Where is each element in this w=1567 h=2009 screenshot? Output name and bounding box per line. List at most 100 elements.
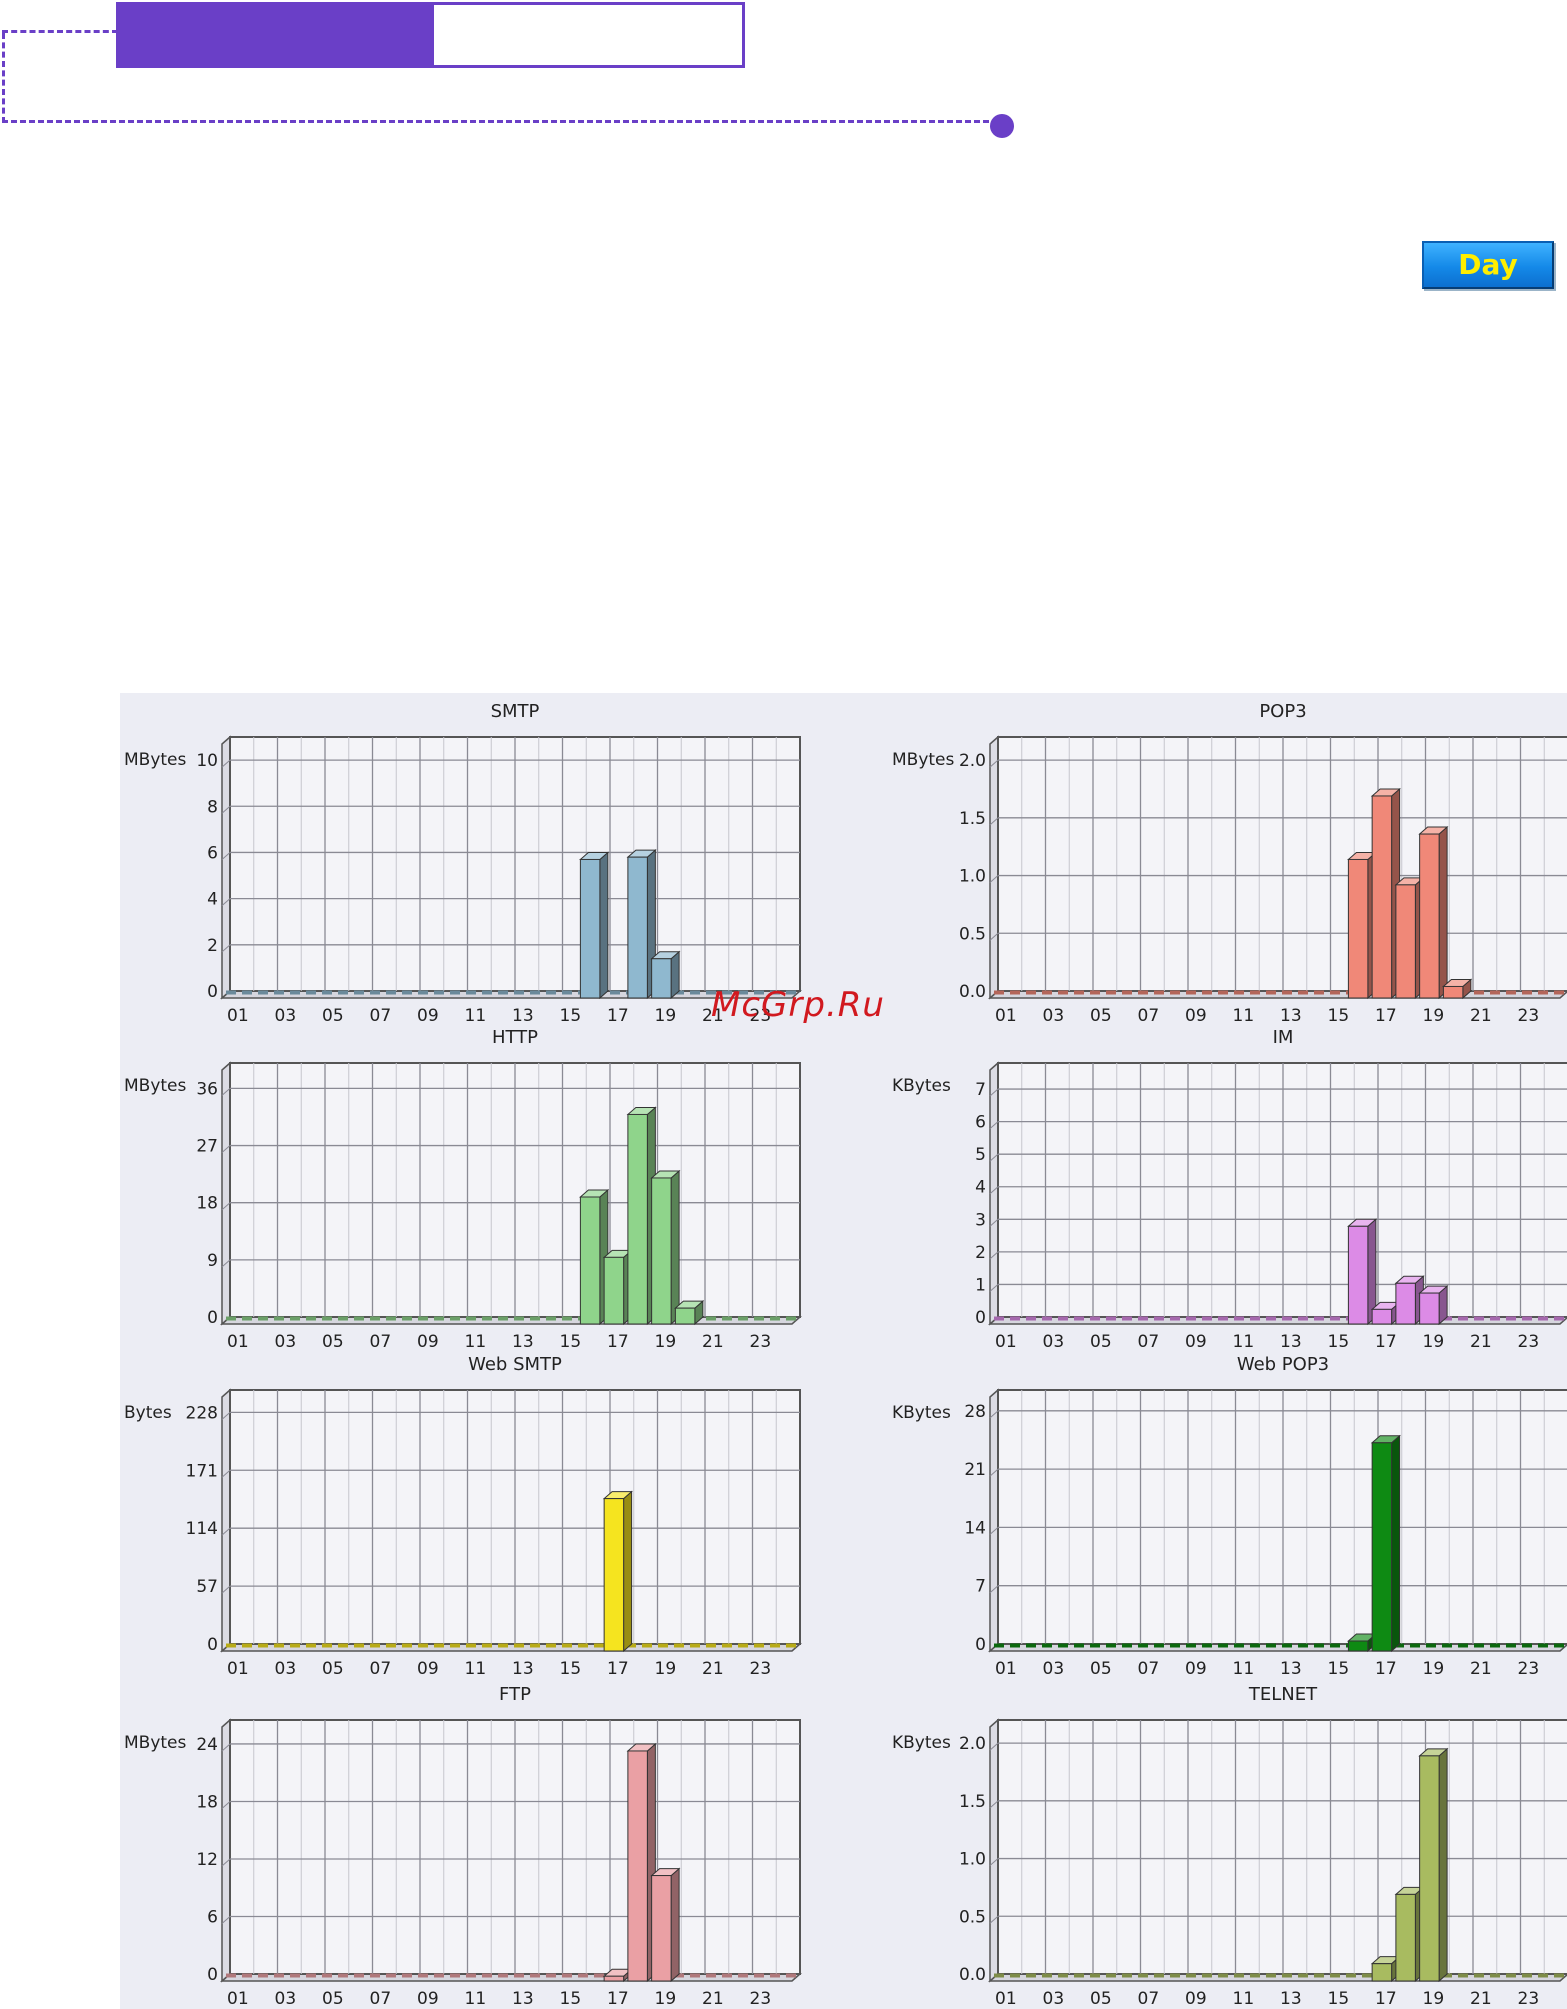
bar-side bbox=[1391, 1434, 1401, 1653]
x-tick-label: 11 bbox=[1233, 1659, 1255, 1679]
chart-title: TELNET bbox=[1248, 1684, 1318, 1705]
x-tick-label: 05 bbox=[1090, 1332, 1112, 1352]
x-tick-label: 17 bbox=[1375, 1006, 1397, 1026]
x-tick-label: 17 bbox=[607, 1006, 629, 1026]
y-tick-label: 0 bbox=[207, 1635, 218, 1655]
chart-ftp: FTP MBytes 0 6 12 18 24 01 03 05 07 09 11 13 15 17 19 21 2… bbox=[124, 1684, 802, 2009]
y-tick-label: 2 bbox=[207, 936, 218, 956]
x-tick-label: 09 bbox=[417, 1659, 439, 1679]
chart-ylabel: KBytes bbox=[892, 1733, 951, 1753]
x-tick-label: 09 bbox=[417, 1332, 439, 1352]
bar-side bbox=[599, 851, 609, 1000]
x-tick-label: 09 bbox=[1185, 1332, 1207, 1352]
y-tick-label: 4 bbox=[207, 890, 218, 910]
x-tick-label: 21 bbox=[1470, 1332, 1492, 1352]
bar-side bbox=[670, 1169, 680, 1326]
chart-telnet: TELNET KBytes 0.0 0.5 1.0 1.5 2.0 01 03 05 07 09 11 1… bbox=[892, 1684, 1567, 2009]
y-tick-label: 8 bbox=[207, 797, 218, 817]
y-tick-label: 18 bbox=[196, 1792, 218, 1812]
x-tick-label: 05 bbox=[322, 1332, 344, 1352]
chart-left-wall bbox=[989, 1388, 999, 1653]
y-tick-label: 27 bbox=[196, 1137, 218, 1157]
x-tick-label: 05 bbox=[322, 1006, 344, 1026]
bar-front bbox=[603, 1256, 625, 1325]
chart-ylabel: MBytes bbox=[124, 1733, 187, 1753]
x-tick-label: 15 bbox=[1328, 1989, 1350, 2009]
y-tick-label: 36 bbox=[196, 1079, 218, 1099]
bar-side bbox=[623, 1490, 633, 1653]
bar-side bbox=[1438, 1747, 1448, 1983]
x-tick-label: 01 bbox=[995, 1989, 1017, 2009]
x-tick-label: 01 bbox=[995, 1006, 1017, 1026]
x-tick-label: 15 bbox=[560, 1006, 582, 1026]
x-tick-label: 13 bbox=[1280, 1659, 1302, 1679]
x-tick-label: 13 bbox=[512, 1989, 534, 2009]
chart-bar bbox=[1418, 1284, 1449, 1326]
bar-front bbox=[603, 1975, 625, 1982]
chart-title: SMTP bbox=[491, 701, 540, 722]
x-tick-label: 15 bbox=[1328, 1332, 1350, 1352]
bar-front bbox=[603, 1498, 625, 1652]
y-tick-label: 9 bbox=[207, 1251, 218, 1271]
x-tick-label: 05 bbox=[1090, 1989, 1112, 2009]
y-tick-label: 0.5 bbox=[959, 1907, 986, 1927]
chart-bar bbox=[650, 950, 681, 1000]
y-tick-label: 0 bbox=[207, 982, 218, 1002]
x-tick-label: 05 bbox=[322, 1659, 344, 1679]
x-tick-label: 21 bbox=[702, 1659, 724, 1679]
bar-front bbox=[1371, 795, 1393, 999]
x-tick-label: 09 bbox=[1185, 1659, 1207, 1679]
chart-title: Web POP3 bbox=[1237, 1354, 1329, 1375]
y-tick-label: 0 bbox=[975, 1635, 986, 1655]
x-tick-label: 17 bbox=[1375, 1659, 1397, 1679]
chart-pop3: POP3 MBytes 0.0 0.5 1.0 1.5 2.0 01 03 05 07 09 11 13 1… bbox=[892, 701, 1567, 1026]
x-tick-label: 23 bbox=[750, 1989, 772, 2009]
bar-front bbox=[627, 856, 648, 999]
y-tick-label: 24 bbox=[196, 1735, 218, 1755]
x-tick-label: 03 bbox=[275, 1332, 297, 1352]
bar-front bbox=[1371, 1442, 1393, 1652]
chart-left-wall bbox=[221, 1061, 231, 1326]
x-tick-label: 23 bbox=[750, 1659, 772, 1679]
x-tick-label: 03 bbox=[1043, 1006, 1065, 1026]
bar-front bbox=[1347, 1640, 1369, 1652]
y-tick-label: 7 bbox=[975, 1577, 986, 1597]
chart-bar bbox=[602, 1490, 633, 1653]
x-tick-label: 11 bbox=[465, 1659, 487, 1679]
bar-front bbox=[1442, 985, 1464, 999]
x-tick-label: 23 bbox=[750, 1332, 772, 1352]
chart-ylabel: KBytes bbox=[892, 1403, 951, 1423]
x-tick-label: 19 bbox=[1423, 1006, 1445, 1026]
chart-left-wall bbox=[989, 735, 999, 1000]
x-tick-label: 17 bbox=[1375, 1332, 1397, 1352]
x-tick-label: 01 bbox=[227, 1659, 249, 1679]
y-tick-label: 2.0 bbox=[959, 1734, 986, 1754]
x-tick-label: 11 bbox=[465, 1332, 487, 1352]
bar-front bbox=[1419, 833, 1440, 999]
bar-front bbox=[651, 958, 672, 999]
x-tick-label: 15 bbox=[560, 1332, 582, 1352]
chart-web-smtp: Web SMTP Bytes 0 57 114 171 228 01 03 05 07 09 11 13 1… bbox=[124, 1354, 802, 1679]
y-tick-label: 12 bbox=[196, 1850, 218, 1870]
bar-front bbox=[651, 1875, 672, 1982]
x-tick-label: 15 bbox=[1328, 1659, 1350, 1679]
chart-ylabel: MBytes bbox=[124, 750, 187, 770]
y-tick-label: 1.0 bbox=[959, 867, 986, 887]
x-tick-label: 21 bbox=[702, 1332, 724, 1352]
x-tick-label: 13 bbox=[1280, 1006, 1302, 1026]
x-tick-label: 09 bbox=[417, 1989, 439, 2009]
x-tick-label: 19 bbox=[655, 1006, 677, 1026]
bar-front bbox=[1347, 858, 1369, 999]
chart-left-wall bbox=[221, 1718, 231, 1983]
x-tick-label: 23 bbox=[1518, 1989, 1540, 2009]
y-tick-label: 1.0 bbox=[959, 1850, 986, 1870]
x-tick-label: 23 bbox=[1518, 1332, 1540, 1352]
x-tick-label: 13 bbox=[1280, 1989, 1302, 2009]
x-tick-label: 17 bbox=[1375, 1989, 1397, 2009]
y-tick-label: 57 bbox=[196, 1577, 218, 1597]
y-tick-label: 114 bbox=[186, 1519, 218, 1539]
x-tick-label: 01 bbox=[227, 1332, 249, 1352]
y-tick-label: 4 bbox=[975, 1178, 986, 1198]
y-tick-label: 6 bbox=[975, 1113, 986, 1133]
x-tick-label: 13 bbox=[512, 1332, 534, 1352]
